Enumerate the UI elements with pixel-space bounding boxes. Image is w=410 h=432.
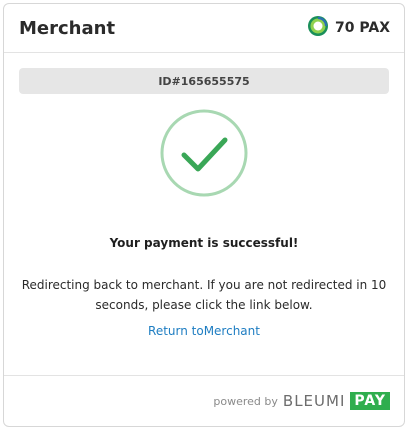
powered-by-text: powered by [213,394,278,408]
payment-id-bar: ID#165655575 [19,68,389,94]
merchant-name: Merchant [19,17,116,39]
brand-name: BLEUMI [282,392,346,410]
payment-id: ID#165655575 [158,74,250,88]
success-headline: Your payment is successful! [109,236,299,250]
brand-pay-badge: PAY [350,392,390,410]
pax-coin-icon [307,15,329,41]
card-header: Merchant 70 PAX [4,4,404,53]
success-status [4,108,404,202]
payment-card: Merchant 70 PAX ID#165655575 Your paymen… [3,3,405,427]
amount-text: 70 PAX [335,20,390,36]
card-footer: powered by BLEUMI PAY [4,375,404,426]
success-check-icon [159,108,249,202]
redirect-message: Redirecting back to merchant. If you are… [21,278,387,312]
payment-amount: 70 PAX [307,15,390,41]
return-to-merchant-link[interactable]: Return toMerchant [4,324,404,338]
